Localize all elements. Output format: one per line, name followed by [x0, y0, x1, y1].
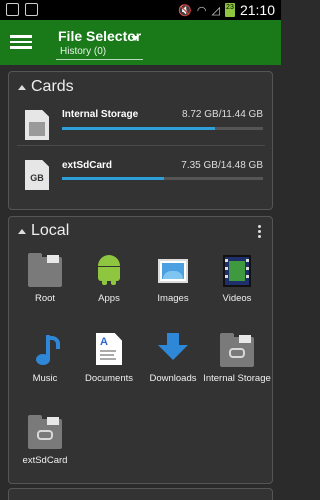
storage-name: extSdCard: [62, 160, 113, 171]
subtitle-underline: [56, 59, 143, 60]
collapse-icon[interactable]: [18, 85, 26, 90]
internal-storage-folder-icon: [220, 333, 254, 367]
wifi-icon: ◠: [196, 4, 207, 17]
item-label: Root: [34, 293, 56, 304]
local-header: Local: [31, 222, 70, 239]
clock: 21:10: [239, 2, 275, 18]
divider: [17, 145, 265, 146]
app-bar: File Selector History (0): [0, 20, 281, 65]
android-icon: [97, 255, 121, 285]
status-bar: 🔇 ◠ ◿ 23 21:10: [0, 0, 281, 20]
download-arrow-icon: [158, 333, 188, 363]
sd-card-icon: [25, 110, 49, 140]
sdcard-folder-icon: [28, 415, 62, 449]
local-item-music[interactable]: Music: [11, 333, 79, 395]
sd-card-gb-icon: GB: [25, 160, 49, 190]
storage-row-extsdcard[interactable]: GB extSdCard 7.35 GB/14.48 GB: [9, 152, 272, 192]
chevron-down-icon[interactable]: [131, 36, 139, 41]
item-label: Downloads: [149, 373, 197, 384]
cards-header: Cards: [31, 78, 74, 95]
mute-icon: 🔇: [178, 4, 192, 17]
document-icon: A: [96, 333, 122, 365]
no-signal-icon: ◿: [211, 4, 220, 17]
local-item-videos[interactable]: Videos: [203, 253, 271, 308]
local-item-internal-storage[interactable]: Internal Storage: [203, 333, 271, 395]
item-label: Documents: [84, 373, 134, 384]
storage-row-internal[interactable]: Internal Storage 8.72 GB/11.44 GB: [9, 102, 272, 142]
videos-icon: [223, 255, 251, 287]
menu-icon: [10, 35, 32, 38]
storage-usage-bar: [62, 127, 263, 130]
local-panel: Local Root Apps Images Videos Music A Do…: [8, 216, 273, 484]
history-subtitle[interactable]: History (0): [60, 46, 106, 57]
image-icon: [25, 3, 38, 16]
local-item-extsdcard[interactable]: extSdCard: [11, 415, 79, 467]
local-item-apps[interactable]: Apps: [75, 253, 143, 308]
item-label: Apps: [98, 293, 120, 304]
item-label: Internal Storage: [203, 373, 271, 384]
local-item-root[interactable]: Root: [11, 253, 79, 308]
storage-usage-bar: [62, 177, 263, 180]
cards-panel: Cards Internal Storage 8.72 GB/11.44 GB …: [8, 71, 273, 210]
music-note-icon: [34, 335, 60, 367]
images-icon: [158, 259, 188, 283]
battery-icon: 23: [224, 3, 235, 17]
storage-usage-fill: [62, 127, 216, 130]
root-folder-icon: [28, 253, 62, 287]
battery-level: 23: [226, 4, 234, 11]
app-title[interactable]: File Selector: [58, 28, 141, 44]
local-item-documents[interactable]: A Documents: [75, 333, 143, 395]
item-label: Images: [157, 293, 189, 304]
item-label: Music: [32, 373, 58, 384]
item-label: extSdCard: [22, 455, 68, 466]
local-item-downloads[interactable]: Downloads: [139, 333, 207, 395]
local-item-images[interactable]: Images: [139, 253, 207, 308]
menu-button[interactable]: [10, 32, 32, 52]
storage-size: 7.35 GB/14.48 GB: [181, 160, 263, 171]
screenshot-icon: [6, 3, 19, 16]
item-label: Videos: [222, 293, 252, 304]
storage-usage-fill: [62, 177, 165, 180]
next-panel-edge: [8, 488, 273, 500]
storage-size: 8.72 GB/11.44 GB: [182, 109, 263, 120]
storage-name: Internal Storage: [62, 109, 139, 120]
overflow-menu-icon[interactable]: [258, 223, 262, 240]
collapse-icon[interactable]: [18, 229, 26, 234]
